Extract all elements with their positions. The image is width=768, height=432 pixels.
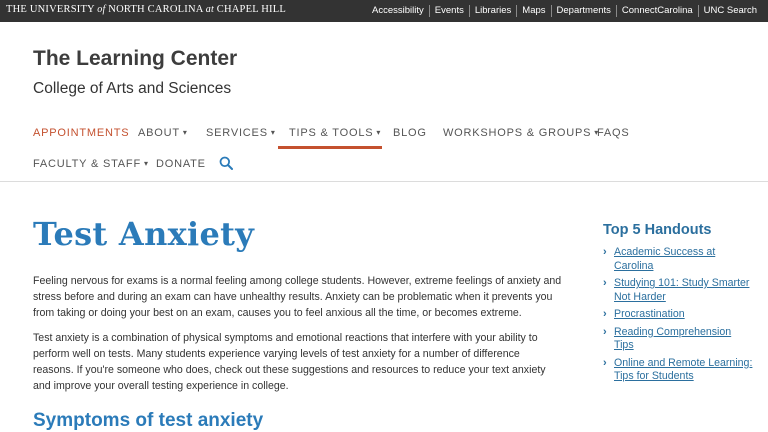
nav-item-faqs[interactable]: FAQS — [597, 127, 630, 139]
wordmark-university: UNIVERSITY — [29, 4, 95, 15]
site-subtitle[interactable]: College of Arts and Sciences — [33, 80, 231, 98]
chevron-down-icon: ▾ — [143, 159, 149, 168]
utility-link-unc-search[interactable]: UNC Search — [697, 5, 762, 17]
nav-item-faculty-staff[interactable]: FACULTY & STAFF ▾ — [33, 158, 149, 170]
handouts-list: › Academic Success at Carolina › Studyin… — [603, 246, 753, 388]
chevron-right-icon: › — [603, 277, 607, 289]
sidebar-title: Top 5 Handouts — [603, 222, 712, 238]
handout-link[interactable]: Studying 101: Study Smarter Not Harder — [614, 277, 749, 303]
nav-label: ABOUT — [138, 127, 180, 139]
nav-label: BLOG — [393, 127, 427, 139]
nav-label: TIPS & TOOLS — [289, 127, 374, 139]
nav-item-blog[interactable]: BLOG — [393, 127, 427, 139]
nav-item-donate[interactable]: DONATE — [156, 158, 206, 170]
list-item: › Procrastination — [603, 308, 753, 322]
chevron-right-icon: › — [603, 246, 607, 258]
chevron-down-icon: ▾ — [376, 128, 382, 137]
list-item: › Reading Comprehension Tips — [603, 326, 753, 353]
nav-item-workshops-groups[interactable]: WORKSHOPS & GROUPS ▾ — [443, 127, 599, 139]
nav-item-appointments[interactable]: APPOINTMENTS — [33, 127, 129, 139]
page-title: Test Anxiety — [33, 215, 255, 253]
nav-label: APPOINTMENTS — [33, 127, 130, 139]
nav-item-tips-tools[interactable]: TIPS & TOOLS ▾ — [289, 127, 381, 139]
list-item: › Online and Remote Learning: Tips for S… — [603, 357, 753, 384]
handout-link[interactable]: Procrastination — [614, 308, 685, 320]
handout-link[interactable]: Online and Remote Learning: Tips for Stu… — [614, 357, 752, 383]
list-item: › Studying 101: Study Smarter Not Harder — [603, 277, 753, 304]
chevron-right-icon: › — [603, 325, 607, 338]
chevron-down-icon: ▾ — [182, 128, 188, 137]
intro-paragraph: Feeling nervous for exams is a normal fe… — [33, 275, 562, 319]
university-top-bar: THE UNIVERSITY of NORTH CAROLINA at CHAP… — [0, 0, 768, 22]
utility-link-accessibility[interactable]: Accessibility — [367, 5, 429, 17]
utility-link-departments[interactable]: Departments — [550, 5, 616, 17]
nav-label: WORKSHOPS & GROUPS — [443, 127, 592, 139]
utility-link-connectcarolina[interactable]: ConnectCarolina — [615, 5, 698, 17]
utility-links: Accessibility Events Libraries Maps Depa… — [367, 0, 762, 22]
wordmark-at: at — [205, 4, 214, 15]
chevron-down-icon: ▾ — [270, 128, 276, 137]
university-wordmark[interactable]: THE UNIVERSITY of NORTH CAROLINA at CHAP… — [6, 4, 286, 15]
utility-link-maps[interactable]: Maps — [516, 5, 550, 17]
utility-link-events[interactable]: Events — [428, 5, 469, 17]
utility-link-libraries[interactable]: Libraries — [468, 5, 516, 17]
wordmark-of: of — [97, 4, 106, 15]
list-item: › Academic Success at Carolina — [603, 246, 753, 273]
active-tab-indicator — [278, 146, 382, 149]
nav-item-about[interactable]: ABOUT ▾ — [138, 127, 188, 139]
nav-label: SERVICES — [206, 127, 268, 139]
handout-link[interactable]: Academic Success at Carolina — [614, 246, 715, 272]
search-icon[interactable] — [219, 156, 233, 170]
chevron-right-icon: › — [603, 356, 607, 369]
handout-link[interactable]: Reading Comprehension Tips — [614, 326, 731, 352]
wordmark-north-carolina: NORTH CAROLINA — [108, 4, 203, 15]
nav-item-services[interactable]: SERVICES ▾ — [206, 127, 276, 139]
wordmark-chapel-hill: CHAPEL HILL — [216, 4, 286, 15]
definition-paragraph: Test anxiety is a combination of physica… — [33, 332, 546, 392]
nav-label: DONATE — [156, 158, 206, 170]
site-title[interactable]: The Learning Center — [33, 47, 237, 71]
chevron-right-icon: › — [603, 308, 607, 320]
section-heading: Symptoms of test anxiety — [33, 410, 264, 431]
nav-label: FAQS — [597, 127, 630, 139]
nav-label: FACULTY & STAFF — [33, 158, 141, 170]
wordmark-the: THE — [6, 4, 28, 15]
